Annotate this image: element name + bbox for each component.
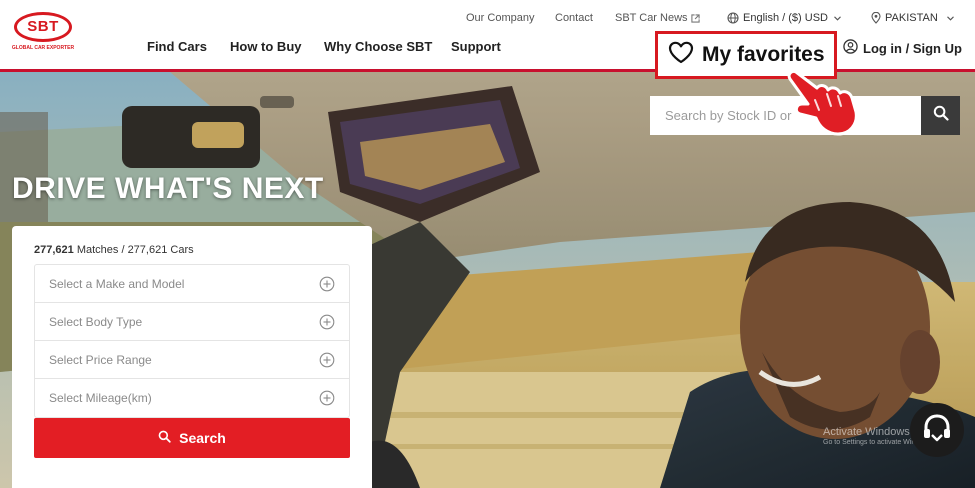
country-selector[interactable]: PAKISTAN: [871, 12, 954, 24]
pointing-hand-icon: [782, 66, 862, 138]
chevron-down-icon: [834, 15, 841, 21]
nav-support[interactable]: Support: [451, 39, 501, 54]
make-model-select[interactable]: Select a Make and Model: [35, 265, 349, 303]
sbt-logo[interactable]: SBT GLOBAL CAR EXPORTER: [10, 12, 76, 58]
nav-how-to-buy[interactable]: How to Buy: [230, 39, 302, 54]
plus-circle-icon: [319, 314, 335, 333]
plus-circle-icon: [319, 390, 335, 409]
location-pin-icon: [871, 12, 881, 24]
chevron-down-icon: [946, 15, 954, 21]
plus-circle-icon: [319, 352, 335, 371]
mileage-select[interactable]: Select Mileage(km): [35, 379, 349, 417]
our-company-label: Our Company: [466, 12, 535, 24]
logo-tagline: GLOBAL CAR EXPORTER: [11, 45, 75, 51]
chat-support-button[interactable]: [910, 403, 964, 457]
contact-link[interactable]: Contact: [555, 12, 593, 24]
language-currency-label: English / ($) USD: [743, 12, 828, 24]
our-company-link[interactable]: Our Company: [466, 12, 534, 24]
language-currency-selector[interactable]: English / ($) USD: [727, 12, 841, 24]
plus-circle-icon: [319, 276, 335, 295]
search-button-label: Search: [179, 430, 226, 446]
price-range-select[interactable]: Select Price Range: [35, 341, 349, 379]
search-icon: [158, 430, 179, 446]
car-news-link[interactable]: SBT Car News: [615, 12, 700, 24]
matches-summary: 277,621 Matches / 277,621 Cars: [34, 244, 194, 256]
nav-find-cars[interactable]: Find Cars: [147, 39, 207, 54]
search-icon: [933, 105, 949, 126]
contact-label: Contact: [555, 12, 593, 24]
login-label: Log in / Sign Up: [863, 40, 962, 56]
hero-title: DRIVE WHAT'S NEXT: [12, 172, 324, 205]
matches-count: 277,621: [34, 244, 74, 256]
body-type-select[interactable]: Select Body Type: [35, 303, 349, 341]
country-label: PAKISTAN: [885, 12, 938, 24]
price-range-label: Select Price Range: [49, 352, 152, 367]
globe-icon: [727, 12, 739, 24]
matches-label: Matches / 277,621 Cars: [76, 244, 194, 256]
login-signup-link[interactable]: Log in / Sign Up: [843, 39, 962, 57]
search-button[interactable]: Search: [34, 418, 350, 458]
filter-selectors: Select a Make and Model Select Body Type…: [34, 264, 350, 418]
make-model-label: Select a Make and Model: [49, 276, 185, 291]
sbt-homepage: SBT GLOBAL CAR EXPORTER Our Company Cont…: [0, 0, 975, 488]
mileage-label: Select Mileage(km): [49, 391, 152, 405]
heart-icon: [668, 41, 694, 69]
user-circle-icon: [843, 39, 863, 57]
nav-why-choose-sbt[interactable]: Why Choose SBT: [324, 39, 432, 54]
my-favorites-label: My favorites: [702, 43, 825, 66]
logo-text: SBT: [27, 18, 59, 35]
chat-support-icon: [920, 411, 954, 450]
external-link-icon: [690, 13, 700, 23]
car-news-label: SBT Car News: [615, 12, 688, 24]
car-search-panel: 277,621 Matches / 277,621 Cars Select a …: [12, 226, 372, 488]
body-type-label: Select Body Type: [49, 314, 143, 329]
stock-search-button[interactable]: [921, 96, 960, 135]
